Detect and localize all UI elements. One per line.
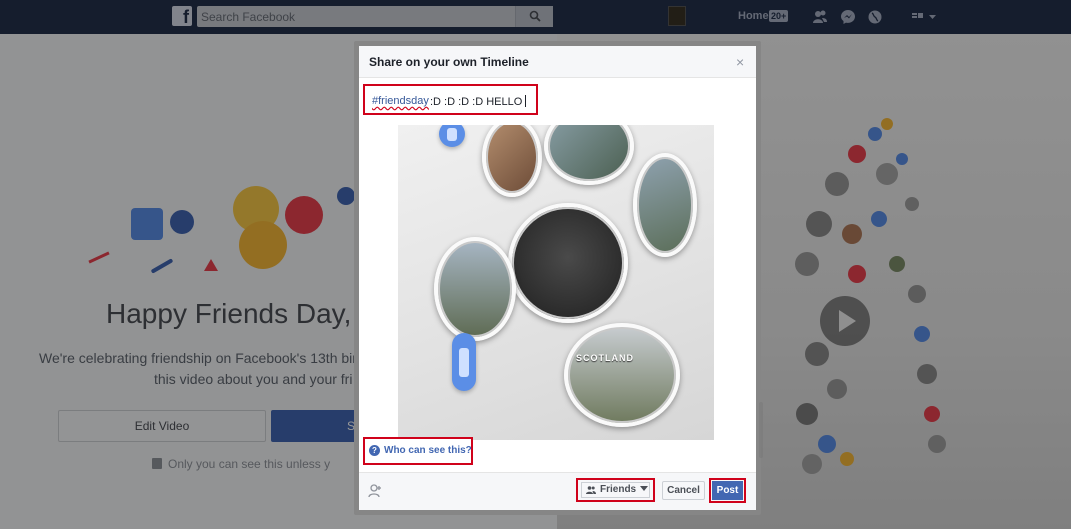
- composer-message: :D :D :D :D HELLO: [430, 96, 523, 108]
- who-can-see-this-link[interactable]: ? Who can see this?: [363, 437, 473, 465]
- text-caret: [525, 95, 527, 107]
- friend-photo-bubble-center: [508, 203, 628, 323]
- share-dialog: Share on your own Timeline × #friendsday…: [354, 41, 763, 515]
- friends-icon: [586, 486, 596, 494]
- video-share-preview[interactable]: SCOTLAND: [398, 125, 714, 440]
- friend-photo-bubble: [633, 153, 697, 257]
- close-icon[interactable]: ×: [736, 54, 744, 70]
- audience-selector[interactable]: Friends: [576, 478, 655, 502]
- share-dialog-body: Share on your own Timeline × #friendsday…: [359, 46, 763, 510]
- dialog-scrollbar[interactable]: [759, 402, 763, 458]
- audience-label: Friends: [600, 484, 637, 495]
- dialog-title: Share on your own Timeline: [369, 55, 529, 69]
- dialog-footer: Friends Cancel Post: [359, 472, 756, 510]
- friend-photo-bubble: [434, 237, 516, 341]
- like-badge-icon: [452, 333, 476, 391]
- hashtag-link[interactable]: #friendsday: [372, 95, 429, 107]
- post-button-highlight: Post: [709, 478, 746, 503]
- post-button[interactable]: Post: [712, 481, 743, 500]
- question-icon: ?: [369, 445, 380, 456]
- composer-text: :D :D :D :D HELLO: [430, 95, 527, 108]
- audience-selector-inner[interactable]: Friends: [581, 482, 650, 498]
- post-composer-input[interactable]: #friendsday :D :D :D :D HELLO: [363, 84, 538, 115]
- like-badge-icon: [439, 125, 465, 147]
- who-can-see-label: Who can see this?: [384, 445, 472, 456]
- friend-photo-bubble: [544, 125, 634, 185]
- friend-photo-bubble: [482, 125, 542, 197]
- cancel-button[interactable]: Cancel: [662, 481, 705, 500]
- dialog-header: Share on your own Timeline ×: [359, 46, 756, 78]
- tag-friends-icon[interactable]: [368, 484, 382, 498]
- friend-photo-bubble-scotland: SCOTLAND: [564, 323, 680, 427]
- scotland-label: SCOTLAND: [576, 353, 634, 363]
- chevron-down-icon: [640, 486, 649, 491]
